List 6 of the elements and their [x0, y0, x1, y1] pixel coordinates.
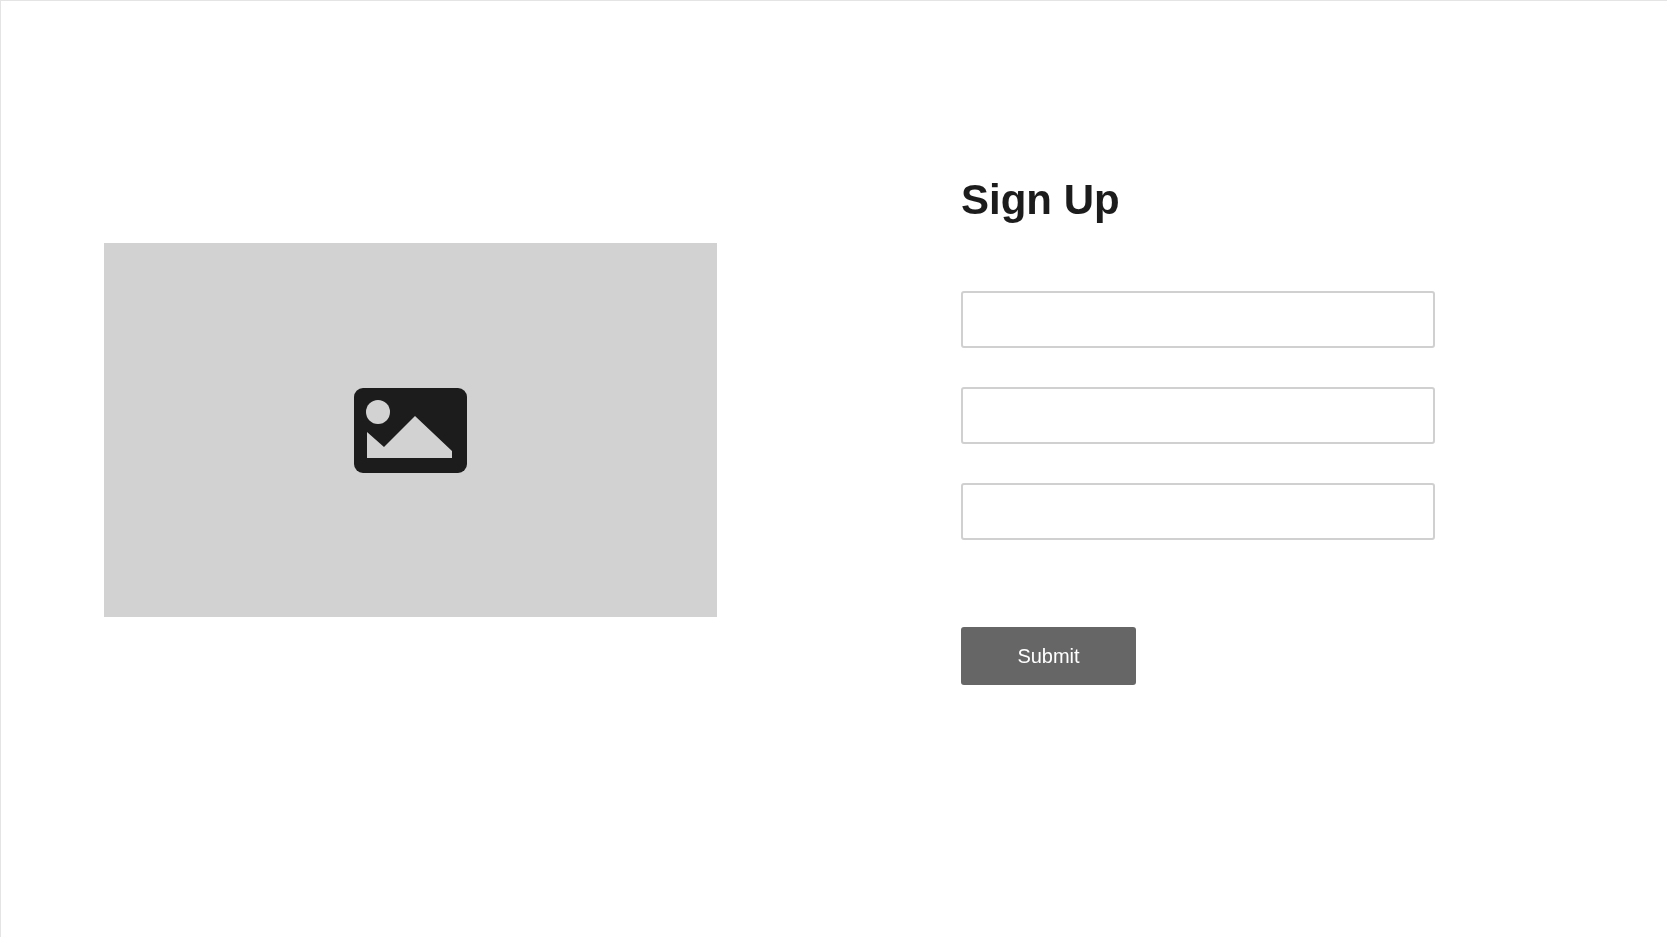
input-field[interactable]	[961, 483, 1435, 540]
form-title: Sign Up	[961, 175, 1120, 225]
image-icon	[354, 387, 467, 473]
input-field[interactable]	[961, 387, 1435, 444]
input-field[interactable]	[961, 291, 1435, 348]
submit-button[interactable]: Submit	[961, 627, 1136, 685]
